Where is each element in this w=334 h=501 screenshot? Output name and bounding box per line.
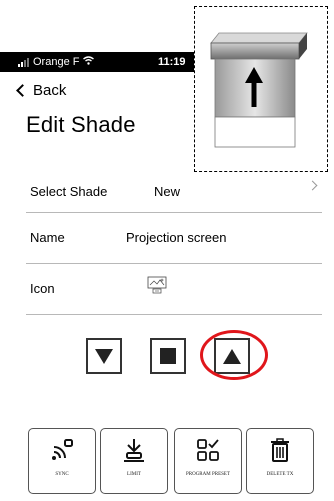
shade-illustration xyxy=(194,6,328,172)
select-shade-label: Select Shade xyxy=(30,184,108,199)
down-arrow-icon xyxy=(95,348,113,364)
limit-button[interactable]: LIMIT xyxy=(100,428,168,494)
wifi-icon xyxy=(83,56,95,68)
sync-label: SYNC xyxy=(55,472,69,477)
program-preset-label: PROGRAM PRESET xyxy=(185,472,231,477)
delete-tx-button[interactable]: DELETE TX xyxy=(246,428,314,494)
highlight-circle xyxy=(200,330,268,380)
delete-tx-label: DELETE TX xyxy=(266,472,294,477)
stop-icon xyxy=(160,348,176,364)
name-value: Projection screen xyxy=(126,230,227,245)
delete-icon xyxy=(267,429,293,468)
back-label: Back xyxy=(33,82,67,99)
chevron-right-icon xyxy=(307,180,318,191)
limit-icon xyxy=(121,429,147,468)
stop-button[interactable] xyxy=(150,338,186,374)
sync-button[interactable]: SYNC xyxy=(28,428,96,494)
down-button[interactable] xyxy=(86,338,122,374)
back-button[interactable]: Back xyxy=(14,82,66,99)
chevron-left-icon xyxy=(16,84,29,97)
select-shade-value: New xyxy=(154,184,181,199)
page-title: Edit Shade xyxy=(26,112,136,137)
projection-screen-icon[interactable] xyxy=(146,275,168,298)
icon-row[interactable]: Icon xyxy=(26,263,322,315)
select-shade-row[interactable]: Select Shade New xyxy=(26,166,322,218)
name-row[interactable]: Name Projection screen xyxy=(26,212,322,264)
limit-label: LIMIT xyxy=(127,472,141,477)
name-label: Name xyxy=(30,230,65,245)
signal-icon xyxy=(18,57,29,67)
status-time: 11:19 xyxy=(158,56,186,68)
program-preset-button[interactable]: PROGRAM PRESET xyxy=(174,428,242,494)
icon-label: Icon xyxy=(30,281,55,296)
carrier-name: Orange F xyxy=(33,56,80,68)
divider xyxy=(26,314,322,315)
sync-icon xyxy=(49,429,75,468)
program-preset-icon xyxy=(195,429,221,468)
